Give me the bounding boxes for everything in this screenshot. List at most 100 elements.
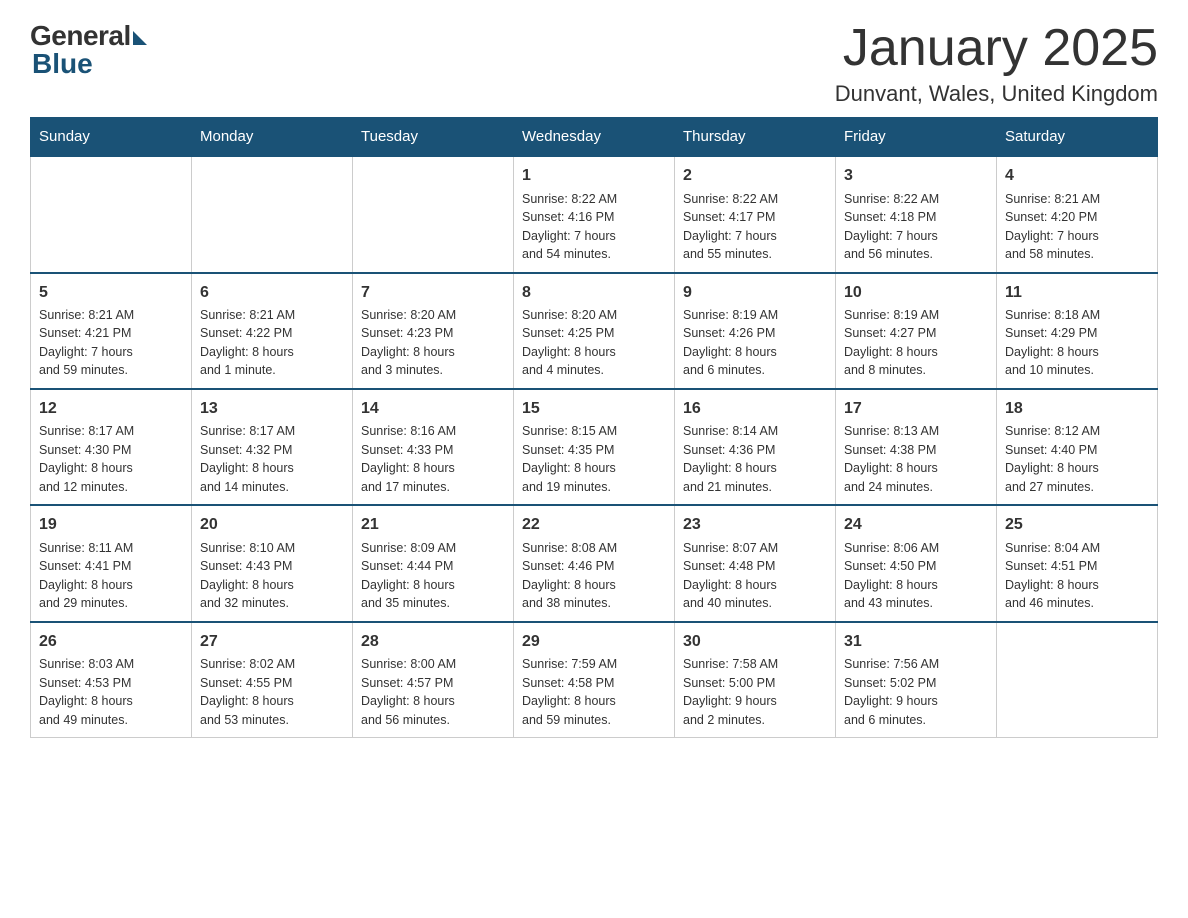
day-number: 12 xyxy=(39,398,183,420)
calendar-day-9: 9 Sunrise: 8:19 AMSunset: 4:26 PMDaylight… xyxy=(675,273,836,389)
month-title: January 2025 xyxy=(835,20,1158,77)
calendar-day-22: 22 Sunrise: 8:08 AMSunset: 4:46 PMDayligh… xyxy=(514,505,675,621)
day-info: Sunrise: 8:18 AMSunset: 4:29 PMDaylight:… xyxy=(1005,308,1100,378)
calendar-day-8: 8 Sunrise: 8:20 AMSunset: 4:25 PMDaylight… xyxy=(514,273,675,389)
calendar-day-30: 30Sunrise: 7:58 AMSunset: 5:00 PMDayligh… xyxy=(675,622,836,738)
calendar-day-26: 26 Sunrise: 8:03 AMSunset: 4:53 PMDayligh… xyxy=(31,622,192,738)
day-info: Sunrise: 7:59 AMSunset: 4:58 PMDaylight:… xyxy=(522,657,617,727)
calendar-day-20: 20 Sunrise: 8:10 AMSunset: 4:43 PMDayligh… xyxy=(192,505,353,621)
day-info: Sunrise: 8:11 AMSunset: 4:41 PMDaylight:… xyxy=(39,541,133,611)
calendar-day-31: 31Sunrise: 7:56 AMSunset: 5:02 PMDayligh… xyxy=(836,622,997,738)
day-number: 23 xyxy=(683,514,827,536)
day-info: Sunrise: 8:19 AMSunset: 4:26 PMDaylight:… xyxy=(683,308,778,378)
day-number: 8 xyxy=(522,282,666,304)
day-info: Sunrise: 8:09 AMSunset: 4:44 PMDaylight:… xyxy=(361,541,456,611)
calendar-day-15: 15 Sunrise: 8:15 AMSunset: 4:35 PMDayligh… xyxy=(514,389,675,505)
day-number: 14 xyxy=(361,398,505,420)
day-info: Sunrise: 8:15 AMSunset: 4:35 PMDaylight:… xyxy=(522,424,617,494)
calendar-header-monday: Monday xyxy=(192,118,353,157)
calendar-empty-cell xyxy=(997,622,1158,738)
day-info: Sunrise: 8:21 AMSunset: 4:20 PMDaylight:… xyxy=(1005,192,1100,262)
calendar-day-25: 25 Sunrise: 8:04 AMSunset: 4:51 PMDayligh… xyxy=(997,505,1158,621)
day-info: Sunrise: 8:14 AMSunset: 4:36 PMDaylight:… xyxy=(683,424,778,494)
day-info: Sunrise: 8:20 AMSunset: 4:23 PMDaylight:… xyxy=(361,308,456,378)
page-header: General Blue January 2025 Dunvant, Wales… xyxy=(30,20,1158,107)
day-info: Sunrise: 8:04 AMSunset: 4:51 PMDaylight:… xyxy=(1005,541,1100,611)
calendar-day-17: 17Sunrise: 8:13 AMSunset: 4:38 PMDayligh… xyxy=(836,389,997,505)
calendar-week-row: 26 Sunrise: 8:03 AMSunset: 4:53 PMDayligh… xyxy=(31,622,1158,738)
day-number: 6 xyxy=(200,282,344,304)
calendar-day-5: 5 Sunrise: 8:21 AMSunset: 4:21 PMDaylight… xyxy=(31,273,192,389)
calendar-header-saturday: Saturday xyxy=(997,118,1158,157)
calendar-header-thursday: Thursday xyxy=(675,118,836,157)
calendar-day-24: 24 Sunrise: 8:06 AMSunset: 4:50 PMDayligh… xyxy=(836,505,997,621)
calendar-day-11: 11 Sunrise: 8:18 AMSunset: 4:29 PMDayligh… xyxy=(997,273,1158,389)
day-info: Sunrise: 8:08 AMSunset: 4:46 PMDaylight:… xyxy=(522,541,617,611)
day-info: Sunrise: 7:58 AMSunset: 5:00 PMDaylight:… xyxy=(683,657,778,727)
day-info: Sunrise: 8:00 AMSunset: 4:57 PMDaylight:… xyxy=(361,657,456,727)
day-info: Sunrise: 8:13 AMSunset: 4:38 PMDaylight:… xyxy=(844,424,939,494)
calendar-empty-cell xyxy=(353,156,514,272)
day-info: Sunrise: 8:07 AMSunset: 4:48 PMDaylight:… xyxy=(683,541,778,611)
calendar-day-10: 10Sunrise: 8:19 AMSunset: 4:27 PMDayligh… xyxy=(836,273,997,389)
day-number: 15 xyxy=(522,398,666,420)
calendar-day-7: 7 Sunrise: 8:20 AMSunset: 4:23 PMDaylight… xyxy=(353,273,514,389)
calendar-header-sunday: Sunday xyxy=(31,118,192,157)
calendar-week-row: 19 Sunrise: 8:11 AMSunset: 4:41 PMDayligh… xyxy=(31,505,1158,621)
calendar-week-row: 12 Sunrise: 8:17 AMSunset: 4:30 PMDayligh… xyxy=(31,389,1158,505)
calendar-empty-cell xyxy=(192,156,353,272)
day-info: Sunrise: 8:19 AMSunset: 4:27 PMDaylight:… xyxy=(844,308,939,378)
day-info: Sunrise: 8:22 AMSunset: 4:16 PMDaylight:… xyxy=(522,192,617,262)
day-number: 25 xyxy=(1005,514,1149,536)
calendar-day-18: 18Sunrise: 8:12 AMSunset: 4:40 PMDayligh… xyxy=(997,389,1158,505)
day-number: 29 xyxy=(522,631,666,653)
day-number: 7 xyxy=(361,282,505,304)
day-number: 13 xyxy=(200,398,344,420)
day-number: 11 xyxy=(1005,282,1149,304)
day-number: 20 xyxy=(200,514,344,536)
calendar-day-14: 14 Sunrise: 8:16 AMSunset: 4:33 PMDayligh… xyxy=(353,389,514,505)
day-number: 28 xyxy=(361,631,505,653)
calendar-day-4: 4 Sunrise: 8:21 AMSunset: 4:20 PMDaylight… xyxy=(997,156,1158,272)
calendar-day-28: 28 Sunrise: 8:00 AMSunset: 4:57 PMDayligh… xyxy=(353,622,514,738)
calendar-day-29: 29 Sunrise: 7:59 AMSunset: 4:58 PMDayligh… xyxy=(514,622,675,738)
calendar-header-tuesday: Tuesday xyxy=(353,118,514,157)
day-number: 5 xyxy=(39,282,183,304)
calendar-day-2: 2Sunrise: 8:22 AMSunset: 4:17 PMDaylight… xyxy=(675,156,836,272)
day-info: Sunrise: 8:06 AMSunset: 4:50 PMDaylight:… xyxy=(844,541,939,611)
day-number: 27 xyxy=(200,631,344,653)
location: Dunvant, Wales, United Kingdom xyxy=(835,81,1158,107)
day-info: Sunrise: 8:22 AMSunset: 4:17 PMDaylight:… xyxy=(683,192,778,262)
day-info: Sunrise: 8:16 AMSunset: 4:33 PMDaylight:… xyxy=(361,424,456,494)
calendar-header-row: SundayMondayTuesdayWednesdayThursdayFrid… xyxy=(31,118,1158,157)
day-number: 3 xyxy=(844,165,988,187)
day-number: 22 xyxy=(522,514,666,536)
calendar-header-wednesday: Wednesday xyxy=(514,118,675,157)
calendar-day-3: 3 Sunrise: 8:22 AMSunset: 4:18 PMDaylight… xyxy=(836,156,997,272)
calendar-week-row: 5 Sunrise: 8:21 AMSunset: 4:21 PMDaylight… xyxy=(31,273,1158,389)
day-number: 9 xyxy=(683,282,827,304)
day-info: Sunrise: 8:17 AMSunset: 4:32 PMDaylight:… xyxy=(200,424,295,494)
calendar-day-13: 13 Sunrise: 8:17 AMSunset: 4:32 PMDayligh… xyxy=(192,389,353,505)
title-section: January 2025 Dunvant, Wales, United King… xyxy=(835,20,1158,107)
day-info: Sunrise: 8:03 AMSunset: 4:53 PMDaylight:… xyxy=(39,657,134,727)
day-info: Sunrise: 8:21 AMSunset: 4:21 PMDaylight:… xyxy=(39,308,134,378)
day-info: Sunrise: 8:22 AMSunset: 4:18 PMDaylight:… xyxy=(844,192,939,262)
calendar-header-friday: Friday xyxy=(836,118,997,157)
logo: General Blue xyxy=(30,20,147,80)
calendar-day-27: 27Sunrise: 8:02 AMSunset: 4:55 PMDayligh… xyxy=(192,622,353,738)
day-number: 21 xyxy=(361,514,505,536)
calendar-day-12: 12 Sunrise: 8:17 AMSunset: 4:30 PMDayligh… xyxy=(31,389,192,505)
day-number: 19 xyxy=(39,514,183,536)
day-info: Sunrise: 8:20 AMSunset: 4:25 PMDaylight:… xyxy=(522,308,617,378)
day-number: 18 xyxy=(1005,398,1149,420)
day-number: 16 xyxy=(683,398,827,420)
calendar-table: SundayMondayTuesdayWednesdayThursdayFrid… xyxy=(30,117,1158,738)
day-number: 26 xyxy=(39,631,183,653)
day-number: 1 xyxy=(522,165,666,187)
day-info: Sunrise: 8:17 AMSunset: 4:30 PMDaylight:… xyxy=(39,424,134,494)
day-info: Sunrise: 8:10 AMSunset: 4:43 PMDaylight:… xyxy=(200,541,295,611)
day-number: 24 xyxy=(844,514,988,536)
day-number: 4 xyxy=(1005,165,1149,187)
calendar-day-1: 1 Sunrise: 8:22 AMSunset: 4:16 PMDaylight… xyxy=(514,156,675,272)
